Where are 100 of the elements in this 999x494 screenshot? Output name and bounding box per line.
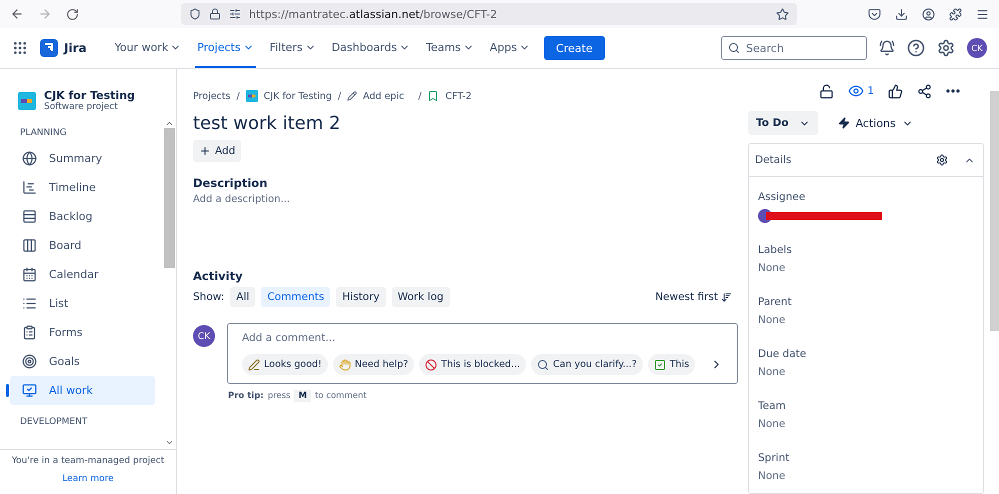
account-icon: [922, 8, 935, 20]
help-icon: [907, 39, 925, 57]
quick-reply-chip[interactable]: Can you clarify...?: [531, 354, 643, 375]
show-label: Show:: [193, 291, 224, 303]
learn-more-link[interactable]: Learn more: [62, 474, 114, 484]
more-icon[interactable]: [946, 89, 960, 93]
notifications-icon: [879, 40, 895, 56]
quick-reply-chip[interactable]: This is blocked...: [419, 354, 526, 375]
nav-menu[interactable]: Teams: [424, 28, 476, 68]
selection-bar: [6, 384, 9, 397]
actions-button[interactable]: Actions: [832, 116, 919, 130]
watch-icon: [848, 83, 864, 99]
share-icon: [917, 84, 932, 98]
shield-icon: [189, 8, 201, 20]
add-button[interactable]: Add: [193, 140, 242, 162]
blocked-icon: [425, 358, 438, 370]
pro-tip-label: Pro tip:: [228, 391, 264, 401]
nav-menu[interactable]: Projects: [195, 28, 256, 68]
sidebar-item[interactable]: Calendar: [10, 260, 155, 289]
thumbs-up-icon: [888, 84, 903, 98]
field-label: Parent: [758, 296, 793, 308]
pencil-icon: [347, 91, 358, 101]
quick-reply-chip[interactable]: This: [648, 354, 696, 375]
breadcrumb-link[interactable]: Add epic: [363, 90, 404, 102]
pocket-icon: [868, 8, 881, 20]
comment-placeholder: Add a comment...: [242, 332, 336, 344]
scrollbar-thumb[interactable]: [164, 128, 175, 268]
nav-menu[interactable]: Your work: [112, 28, 184, 68]
field-value[interactable]: None: [758, 366, 974, 378]
user-avatar: CK: [193, 325, 215, 347]
globe-icon: [22, 151, 37, 166]
project-name[interactable]: CJK for Testing: [44, 89, 135, 102]
bookmark-star-icon: [776, 8, 789, 20]
app-switcher-icon: [12, 40, 28, 56]
issue-title[interactable]: test work item 2: [193, 113, 738, 134]
lightning-icon: [838, 117, 850, 129]
filter-tab[interactable]: All: [230, 287, 256, 307]
field-value[interactable]: None: [758, 418, 974, 430]
sort-button[interactable]: Newest first: [649, 290, 738, 304]
breadcrumb-link[interactable]: Projects: [193, 90, 230, 102]
section-heading: Activity: [193, 269, 244, 283]
sidebar-item[interactable]: Goals: [10, 347, 155, 376]
hand-icon: [338, 358, 351, 370]
filter-tab[interactable]: Work log: [392, 287, 450, 307]
download-icon: [895, 8, 908, 20]
nav-menu[interactable]: Filters: [268, 28, 318, 68]
breadcrumb-separator: /: [418, 90, 422, 102]
pro-tip-text: to comment: [314, 391, 367, 401]
scroll-up-icon: [165, 119, 174, 128]
scroll-down-icon: [165, 438, 174, 447]
section-heading: Description: [193, 176, 268, 190]
quick-reply-chip[interactable]: Need help?: [332, 354, 414, 375]
field-value[interactable]: None: [758, 470, 974, 482]
checkbox-icon: [654, 358, 666, 370]
watcher-count[interactable]: 1: [867, 85, 874, 97]
columns-icon: [22, 238, 37, 253]
search-field[interactable]: Search: [721, 36, 867, 60]
forward-icon: [38, 7, 52, 21]
sidebar-item[interactable]: Summary: [10, 144, 155, 173]
settings-icon: [937, 39, 955, 57]
permissions-icon: [229, 8, 241, 20]
sidebar-item[interactable]: Backlog: [10, 202, 155, 231]
menu-icon: [976, 8, 989, 20]
magnifier-icon: [537, 358, 549, 370]
sort-icon: [721, 292, 732, 302]
form-icon: [22, 325, 37, 340]
quick-reply-chip[interactable]: Looks good!: [242, 354, 328, 375]
panel-title: Details: [755, 154, 792, 166]
nav-menu[interactable]: Dashboards: [330, 28, 412, 68]
section-heading: DEVELOPMENT: [20, 417, 88, 427]
filter-tab[interactable]: History: [336, 287, 386, 307]
lock-icon: [209, 8, 221, 20]
sidebar-item[interactable]: Forms: [10, 318, 155, 347]
status-dropdown[interactable]: To Do: [748, 111, 818, 135]
breadcrumb-separator: /: [236, 90, 240, 102]
user-avatar[interactable]: CK: [967, 38, 987, 58]
calendar-icon: [22, 267, 37, 282]
address-bar[interactable]: https://mantratec.atlassian.net/browse/CFT-2: [181, 3, 797, 25]
filter-tab[interactable]: Comments: [261, 287, 330, 307]
create-button[interactable]: Create: [544, 36, 605, 60]
field-label: Team: [758, 400, 787, 412]
search-icon: [728, 42, 740, 54]
breadcrumb-link[interactable]: CFT-2: [445, 90, 472, 102]
field-value[interactable]: None: [758, 314, 974, 326]
breadcrumb-link[interactable]: CJK for Testing: [264, 90, 332, 102]
sidebar-item[interactable]: Board: [10, 231, 155, 260]
comment-box[interactable]: Add a comment... Looks good! Need help? This is blocked... Can you clarify...? This: [227, 323, 738, 384]
extensions-icon: [949, 8, 962, 20]
sidebar-item[interactable]: List: [10, 289, 155, 318]
key-hint: M: [294, 390, 311, 402]
nav-menu[interactable]: Apps: [488, 28, 532, 68]
project-logo-icon: [18, 92, 36, 110]
footer-note: You're in a team-managed project: [12, 456, 164, 466]
sidebar-item[interactable]: Timeline: [10, 173, 155, 202]
description-field[interactable]: Add a description...: [193, 194, 738, 205]
section-heading: PLANNING: [20, 128, 68, 138]
field-value[interactable]: None: [758, 262, 974, 274]
pencil-icon: [248, 358, 260, 370]
scrollbar-thumb[interactable]: [990, 91, 999, 331]
field-label: Sprint: [758, 452, 790, 464]
